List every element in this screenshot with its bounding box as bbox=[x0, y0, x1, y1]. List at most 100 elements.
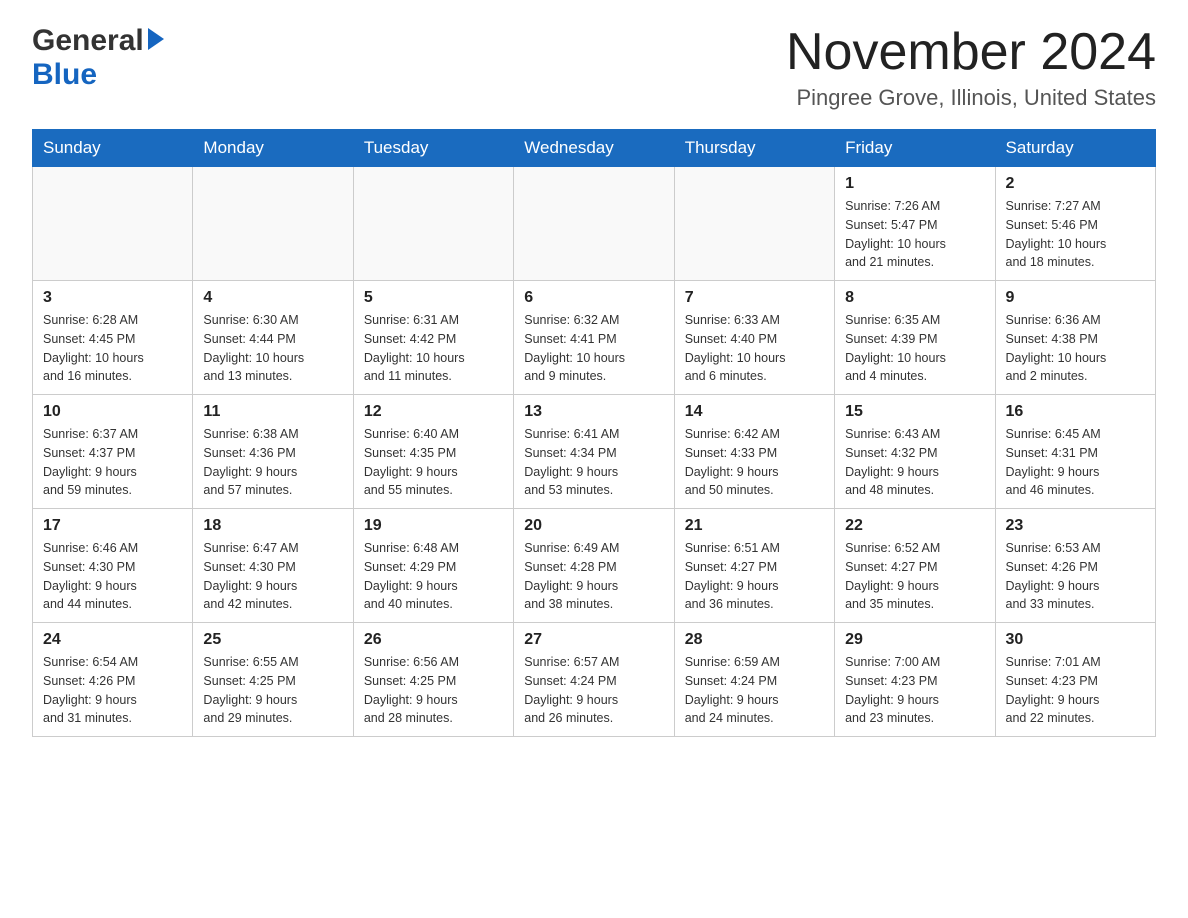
day-number: 10 bbox=[43, 403, 182, 421]
calendar-cell-w4-d5: 29Sunrise: 7:00 AM Sunset: 4:23 PM Dayli… bbox=[835, 623, 995, 737]
day-number: 5 bbox=[364, 289, 503, 307]
day-info: Sunrise: 6:56 AM Sunset: 4:25 PM Dayligh… bbox=[364, 653, 503, 728]
day-info: Sunrise: 6:38 AM Sunset: 4:36 PM Dayligh… bbox=[203, 425, 342, 500]
day-info: Sunrise: 6:37 AM Sunset: 4:37 PM Dayligh… bbox=[43, 425, 182, 500]
calendar-cell-w0-d3 bbox=[514, 167, 674, 281]
calendar-cell-w4-d6: 30 Sunrise: 7:01 AM Sunset: 4:23 PM Dayli… bbox=[995, 623, 1155, 737]
day-info: Sunrise: 6:30 AM Sunset: 4:44 PM Dayligh… bbox=[203, 311, 342, 386]
day-info: Sunrise: 6:40 AM Sunset: 4:35 PM Dayligh… bbox=[364, 425, 503, 500]
logo-blue-text: Blue bbox=[32, 58, 97, 91]
header-monday: Monday bbox=[193, 130, 353, 167]
header-tuesday: Tuesday bbox=[353, 130, 513, 167]
day-number: 27 bbox=[524, 631, 663, 649]
header-sunday: Sunday bbox=[33, 130, 193, 167]
day-number: 15 bbox=[845, 403, 984, 421]
day-number: 14 bbox=[685, 403, 824, 421]
calendar-cell-w4-d3: 27 Sunrise: 6:57 AM Sunset: 4:24 PM Dayli… bbox=[514, 623, 674, 737]
day-info: Sunrise: 6:55 AM Sunset: 4:25 PM Dayligh… bbox=[203, 653, 342, 728]
calendar-cell-w0-d0 bbox=[33, 167, 193, 281]
calendar-cell-w0-d5: 1 Sunrise: 7:26 AM Sunset: 5:47 PM Daylig… bbox=[835, 167, 995, 281]
calendar-cell-w0-d1 bbox=[193, 167, 353, 281]
calendar-cell-w2-d5: 15Sunrise: 6:43 AM Sunset: 4:32 PM Dayli… bbox=[835, 395, 995, 509]
day-info: Sunrise: 6:51 AM Sunset: 4:27 PM Dayligh… bbox=[685, 539, 824, 614]
calendar-cell-w4-d0: 24Sunrise: 6:54 AM Sunset: 4:26 PM Dayli… bbox=[33, 623, 193, 737]
day-info: Sunrise: 6:45 AM Sunset: 4:31 PM Dayligh… bbox=[1006, 425, 1145, 500]
calendar-cell-w3-d3: 20 Sunrise: 6:49 AM Sunset: 4:28 PM Dayli… bbox=[514, 509, 674, 623]
calendar-cell-w0-d2 bbox=[353, 167, 513, 281]
day-number: 17 bbox=[43, 517, 182, 535]
header-thursday: Thursday bbox=[674, 130, 834, 167]
day-number: 26 bbox=[364, 631, 503, 649]
header-saturday: Saturday bbox=[995, 130, 1155, 167]
logo: General Blue bbox=[32, 24, 164, 92]
day-info: Sunrise: 6:59 AM Sunset: 4:24 PM Dayligh… bbox=[685, 653, 824, 728]
day-info: Sunrise: 6:57 AM Sunset: 4:24 PM Dayligh… bbox=[524, 653, 663, 728]
calendar-cell-w1-d6: 9Sunrise: 6:36 AM Sunset: 4:38 PM Daylig… bbox=[995, 281, 1155, 395]
day-info: Sunrise: 7:27 AM Sunset: 5:46 PM Dayligh… bbox=[1006, 197, 1145, 272]
day-number: 30 bbox=[1006, 631, 1145, 649]
day-number: 25 bbox=[203, 631, 342, 649]
week-row-2: 10 Sunrise: 6:37 AM Sunset: 4:37 PM Dayli… bbox=[33, 395, 1156, 509]
day-number: 20 bbox=[524, 517, 663, 535]
day-info: Sunrise: 6:31 AM Sunset: 4:42 PM Dayligh… bbox=[364, 311, 503, 386]
day-number: 6 bbox=[524, 289, 663, 307]
day-number: 2 bbox=[1006, 175, 1145, 193]
day-number: 13 bbox=[524, 403, 663, 421]
day-info: Sunrise: 6:46 AM Sunset: 4:30 PM Dayligh… bbox=[43, 539, 182, 614]
calendar-cell-w4-d1: 25 Sunrise: 6:55 AM Sunset: 4:25 PM Dayli… bbox=[193, 623, 353, 737]
day-number: 29 bbox=[845, 631, 984, 649]
day-info: Sunrise: 6:28 AM Sunset: 4:45 PM Dayligh… bbox=[43, 311, 182, 386]
calendar-title: November 2024 bbox=[786, 24, 1156, 81]
calendar-cell-w2-d1: 11 Sunrise: 6:38 AM Sunset: 4:36 PM Dayli… bbox=[193, 395, 353, 509]
day-number: 1 bbox=[845, 175, 984, 193]
day-info: Sunrise: 6:53 AM Sunset: 4:26 PM Dayligh… bbox=[1006, 539, 1145, 614]
calendar-cell-w1-d2: 5 Sunrise: 6:31 AM Sunset: 4:42 PM Daylig… bbox=[353, 281, 513, 395]
calendar-cell-w3-d5: 22Sunrise: 6:52 AM Sunset: 4:27 PM Dayli… bbox=[835, 509, 995, 623]
week-row-1: 3 Sunrise: 6:28 AM Sunset: 4:45 PM Daylig… bbox=[33, 281, 1156, 395]
header-friday: Friday bbox=[835, 130, 995, 167]
calendar-cell-w0-d6: 2 Sunrise: 7:27 AM Sunset: 5:46 PM Daylig… bbox=[995, 167, 1155, 281]
calendar-title-area: November 2024 Pingree Grove, Illinois, U… bbox=[786, 24, 1156, 111]
day-info: Sunrise: 6:36 AM Sunset: 4:38 PM Dayligh… bbox=[1006, 311, 1145, 386]
calendar-cell-w1-d4: 7Sunrise: 6:33 AM Sunset: 4:40 PM Daylig… bbox=[674, 281, 834, 395]
day-number: 11 bbox=[203, 403, 342, 421]
logo-arrow-icon bbox=[148, 28, 164, 50]
calendar-cell-w1-d0: 3 Sunrise: 6:28 AM Sunset: 4:45 PM Daylig… bbox=[33, 281, 193, 395]
day-number: 12 bbox=[364, 403, 503, 421]
calendar-cell-w4-d4: 28 Sunrise: 6:59 AM Sunset: 4:24 PM Dayli… bbox=[674, 623, 834, 737]
calendar-cell-w1-d5: 8 Sunrise: 6:35 AM Sunset: 4:39 PM Daylig… bbox=[835, 281, 995, 395]
calendar-cell-w3-d2: 19Sunrise: 6:48 AM Sunset: 4:29 PM Dayli… bbox=[353, 509, 513, 623]
day-number: 28 bbox=[685, 631, 824, 649]
day-info: Sunrise: 6:49 AM Sunset: 4:28 PM Dayligh… bbox=[524, 539, 663, 614]
calendar-cell-w1-d3: 6Sunrise: 6:32 AM Sunset: 4:41 PM Daylig… bbox=[514, 281, 674, 395]
day-number: 21 bbox=[685, 517, 824, 535]
day-info: Sunrise: 6:35 AM Sunset: 4:39 PM Dayligh… bbox=[845, 311, 984, 386]
calendar-cell-w3-d4: 21 Sunrise: 6:51 AM Sunset: 4:27 PM Dayli… bbox=[674, 509, 834, 623]
day-info: Sunrise: 7:01 AM Sunset: 4:23 PM Dayligh… bbox=[1006, 653, 1145, 728]
day-number: 4 bbox=[203, 289, 342, 307]
day-info: Sunrise: 6:47 AM Sunset: 4:30 PM Dayligh… bbox=[203, 539, 342, 614]
week-row-4: 24Sunrise: 6:54 AM Sunset: 4:26 PM Dayli… bbox=[33, 623, 1156, 737]
calendar-cell-w2-d0: 10 Sunrise: 6:37 AM Sunset: 4:37 PM Dayli… bbox=[33, 395, 193, 509]
calendar-cell-w1-d1: 4 Sunrise: 6:30 AM Sunset: 4:44 PM Daylig… bbox=[193, 281, 353, 395]
day-number: 24 bbox=[43, 631, 182, 649]
day-info: Sunrise: 7:26 AM Sunset: 5:47 PM Dayligh… bbox=[845, 197, 984, 272]
calendar-cell-w3-d1: 18 Sunrise: 6:47 AM Sunset: 4:30 PM Dayli… bbox=[193, 509, 353, 623]
calendar-cell-w2-d4: 14Sunrise: 6:42 AM Sunset: 4:33 PM Dayli… bbox=[674, 395, 834, 509]
calendar-subtitle: Pingree Grove, Illinois, United States bbox=[786, 85, 1156, 111]
calendar-table: Sunday Monday Tuesday Wednesday Thursday… bbox=[32, 129, 1156, 737]
day-number: 22 bbox=[845, 517, 984, 535]
calendar-cell-w0-d4 bbox=[674, 167, 834, 281]
day-number: 8 bbox=[845, 289, 984, 307]
weekday-header-row: Sunday Monday Tuesday Wednesday Thursday… bbox=[33, 130, 1156, 167]
calendar-cell-w4-d2: 26 Sunrise: 6:56 AM Sunset: 4:25 PM Dayli… bbox=[353, 623, 513, 737]
day-info: Sunrise: 6:41 AM Sunset: 4:34 PM Dayligh… bbox=[524, 425, 663, 500]
header-wednesday: Wednesday bbox=[514, 130, 674, 167]
day-number: 23 bbox=[1006, 517, 1145, 535]
day-number: 16 bbox=[1006, 403, 1145, 421]
calendar-cell-w3-d6: 23 Sunrise: 6:53 AM Sunset: 4:26 PM Dayli… bbox=[995, 509, 1155, 623]
day-number: 3 bbox=[43, 289, 182, 307]
day-number: 19 bbox=[364, 517, 503, 535]
logo-general-text: General bbox=[32, 24, 144, 58]
day-number: 18 bbox=[203, 517, 342, 535]
